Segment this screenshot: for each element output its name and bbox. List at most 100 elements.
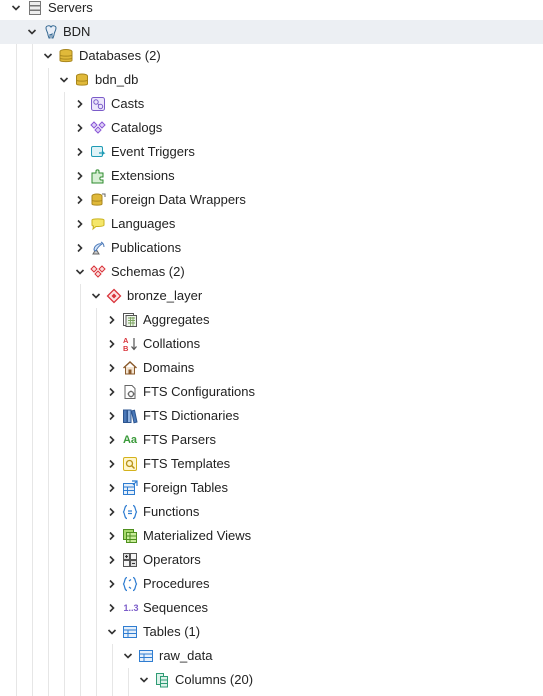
chevron-right-icon[interactable] (106, 380, 118, 404)
tree-node-label: Catalogs (111, 120, 163, 135)
tree-node-label: bdn_db (95, 72, 139, 87)
tree-node-label: Columns (20) (175, 672, 254, 687)
tree-node-label: Servers (48, 0, 93, 15)
schema-icon (106, 288, 122, 304)
tree-node-label: FTS Configurations (143, 384, 255, 399)
tree-node-fts-templates[interactable]: FTS Templates (0, 452, 543, 476)
tree-node-bdn-db[interactable]: bdn_db (0, 68, 543, 92)
tree-node-schemas[interactable]: Schemas (2) (0, 260, 543, 284)
chevron-down-icon[interactable] (74, 260, 86, 284)
chevron-right-icon[interactable] (106, 572, 118, 596)
collations-icon: A B (122, 336, 138, 352)
tree-node-catalogs[interactable]: Catalogs (0, 116, 543, 140)
tree-node-label: Databases (2) (79, 48, 161, 63)
chevron-right-icon[interactable] (74, 188, 86, 212)
tree-node-label: Collations (143, 336, 201, 351)
tree-node-publications[interactable]: Publications (0, 236, 543, 260)
tree-node-languages[interactable]: Languages (0, 212, 543, 236)
object-explorer-tree: Servers BDN Databases (2) bdn_db Casts C… (0, 0, 543, 696)
chevron-down-icon[interactable] (90, 284, 102, 308)
tree-node-label: Languages (111, 216, 176, 231)
tree-node-procedures[interactable]: Procedures (0, 572, 543, 596)
tree-node-tables[interactable]: Tables (1) (0, 620, 543, 644)
chevron-right-icon[interactable] (106, 500, 118, 524)
aggregates-icon (122, 312, 138, 328)
tree-node-label: Schemas (2) (111, 264, 185, 279)
tree-node-foreign-data-wrappers[interactable]: Foreign Data Wrappers (0, 188, 543, 212)
publications-icon (90, 240, 106, 256)
database-icon (74, 72, 90, 88)
tree-node-databases[interactable]: Databases (2) (0, 44, 543, 68)
postgres-elephant-icon (43, 24, 59, 40)
foreign-tables-icon (122, 480, 138, 496)
tree-node-raw-data[interactable]: raw_data (0, 644, 543, 668)
tree-node-fts-dictionaries[interactable]: FTS Dictionaries (0, 404, 543, 428)
chevron-right-icon[interactable] (74, 212, 86, 236)
chevron-right-icon[interactable] (106, 308, 118, 332)
tree-node-domains[interactable]: Domains (0, 356, 543, 380)
server-group-icon (27, 0, 43, 16)
chevron-down-icon[interactable] (26, 20, 38, 44)
tree-node-label: Domains (143, 360, 195, 375)
chevron-down-icon[interactable] (138, 668, 150, 692)
tree-node-servers[interactable]: Servers (0, 0, 543, 20)
chevron-right-icon[interactable] (106, 524, 118, 548)
chevron-right-icon[interactable] (106, 476, 118, 500)
chevron-right-icon[interactable] (106, 452, 118, 476)
tree-node-operators[interactable]: Operators (0, 548, 543, 572)
procedures-icon (122, 576, 138, 592)
tree-node-extensions[interactable]: Extensions (0, 164, 543, 188)
casts-icon (90, 96, 106, 112)
chevron-right-icon[interactable] (74, 92, 86, 116)
tree-node-label: Operators (143, 552, 201, 567)
tree-node-materialized-views[interactable]: Materialized Views (0, 524, 543, 548)
collation-letter-b: B (123, 344, 129, 352)
languages-icon (90, 216, 106, 232)
chevron-right-icon[interactable] (106, 548, 118, 572)
tree-node-foreign-tables[interactable]: Foreign Tables (0, 476, 543, 500)
tree-node-label: Sequences (143, 600, 209, 615)
chevron-right-icon[interactable] (106, 596, 118, 620)
chevron-right-icon[interactable] (74, 116, 86, 140)
chevron-down-icon[interactable] (10, 0, 22, 20)
tree-node-event-triggers[interactable]: Event Triggers (0, 140, 543, 164)
operators-icon (122, 552, 138, 568)
chevron-right-icon[interactable] (106, 404, 118, 428)
tree-node-collations[interactable]: A B Collations (0, 332, 543, 356)
tree-node-label: Extensions (111, 168, 175, 183)
tree-node-functions[interactable]: Functions (0, 500, 543, 524)
tree-node-label: Publications (111, 240, 182, 255)
chevron-down-icon[interactable] (122, 644, 134, 668)
tree-node-casts[interactable]: Casts (0, 92, 543, 116)
tree-node-fts-parsers[interactable]: Aa FTS Parsers (0, 428, 543, 452)
chevron-right-icon[interactable] (106, 428, 118, 452)
columns-icon (154, 672, 170, 688)
tree-node-label: Materialized Views (143, 528, 252, 543)
chevron-right-icon[interactable] (106, 356, 118, 380)
chevron-right-icon[interactable] (74, 236, 86, 260)
tree-node-label: Aggregates (143, 312, 210, 327)
schemas-icon (90, 264, 106, 280)
tree-node-label: Procedures (143, 576, 210, 591)
tree-node-bdn[interactable]: BDN (0, 20, 543, 44)
fts-dictionaries-icon (122, 408, 138, 424)
tree-node-bronze-layer[interactable]: bronze_layer (0, 284, 543, 308)
sequences-icon: 1..3 (123, 603, 139, 613)
chevron-right-icon[interactable] (106, 332, 118, 356)
materialized-views-icon (122, 528, 138, 544)
tree-node-aggregates[interactable]: Aggregates (0, 308, 543, 332)
tree-node-label: FTS Parsers (143, 432, 216, 447)
chevron-down-icon[interactable] (42, 44, 54, 68)
tree-node-columns[interactable]: Columns (20) (0, 668, 543, 692)
extensions-icon (90, 168, 106, 184)
tree-node-label: Foreign Data Wrappers (111, 192, 246, 207)
tree-node-fts-configurations[interactable]: FTS Configurations (0, 380, 543, 404)
chevron-down-icon[interactable] (58, 68, 70, 92)
chevron-right-icon[interactable] (74, 140, 86, 164)
tree-node-label: bronze_layer (127, 288, 203, 303)
chevron-down-icon[interactable] (106, 620, 118, 644)
fts-templates-icon (122, 456, 138, 472)
chevron-right-icon[interactable] (74, 164, 86, 188)
tree-node-label: FTS Dictionaries (143, 408, 240, 423)
tree-node-sequences[interactable]: 1..3 Sequences (0, 596, 543, 620)
